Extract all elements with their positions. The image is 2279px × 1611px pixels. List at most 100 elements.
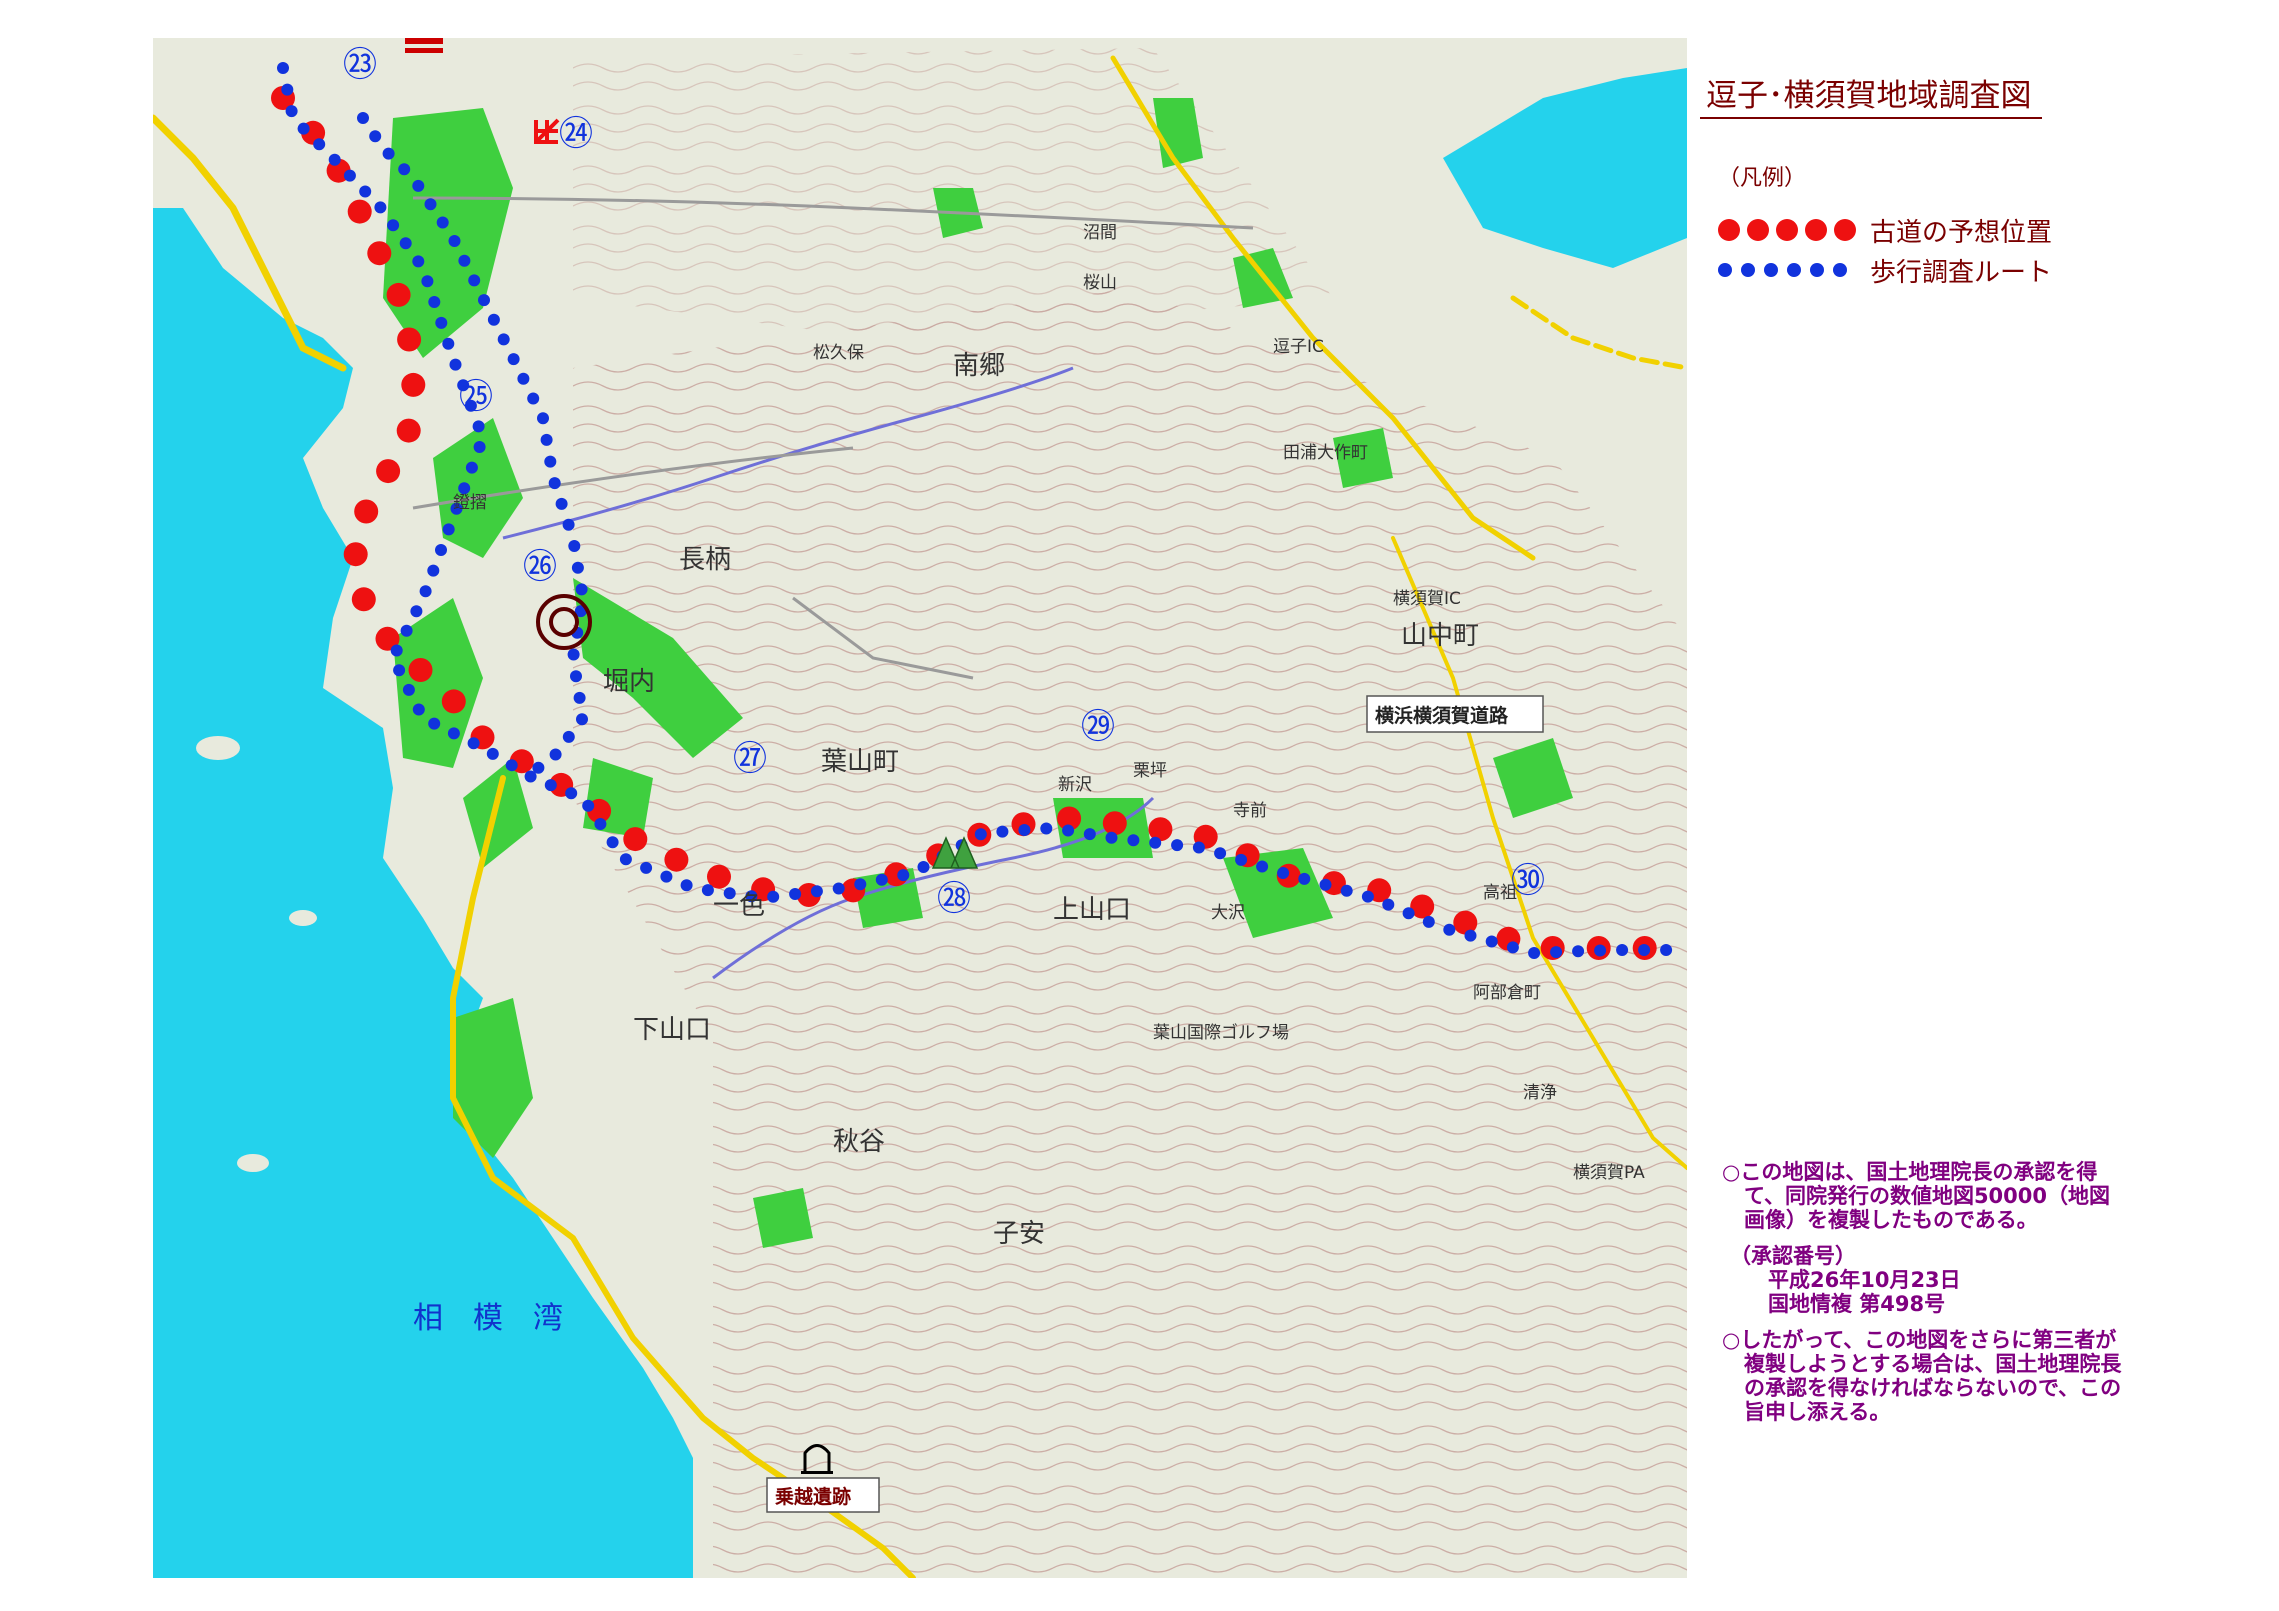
survey-route-dot: [1062, 824, 1075, 837]
survey-route-dot: [1214, 847, 1227, 860]
survey-route-dot: [789, 888, 802, 900]
survey-route-dot: [398, 163, 411, 176]
sea-label: 相模湾: [413, 1301, 593, 1336]
survey-route-dot: [1506, 941, 1519, 954]
ancient-route-dot: [347, 199, 372, 224]
survey-route-dot: [369, 130, 382, 143]
survey-route-dot: [277, 62, 289, 74]
place-label: 葉山町: [821, 747, 899, 777]
survey-route-dot: [387, 219, 400, 232]
survey-route-dot: [917, 861, 930, 873]
note-paragraph-1: ○この地図は、国土地理院長の承認を得て、同院発行の数値地図50000（地図画像）…: [1722, 1160, 2111, 1232]
place-label: 田浦大作町: [1283, 443, 1368, 463]
survey-route-dot: [497, 333, 510, 346]
survey-route-dot: [594, 818, 607, 830]
survey-route-dot: [897, 869, 910, 882]
survey-route-dot: [507, 353, 520, 366]
place-label: 大沢: [1211, 903, 1245, 923]
ancient-route-dot: [343, 542, 368, 567]
survey-route-dot: [767, 890, 780, 903]
island: [289, 910, 317, 926]
place-label: 下山口: [633, 1015, 711, 1045]
legend-label: 古道の予想位置: [1870, 217, 2053, 248]
place-label: 横須賀PA: [1573, 1163, 1645, 1183]
survey-route-dot: [1443, 923, 1456, 936]
ancient-route-dot: [664, 847, 689, 872]
legend-heading: （凡例）: [1718, 166, 1807, 191]
survey-route-dot: [285, 105, 298, 118]
survey-route-dot: [540, 433, 553, 446]
survey-route-dot: [555, 497, 568, 510]
survey-route-dot: [1382, 898, 1395, 911]
survey-route-dot: [680, 879, 693, 892]
ancient-route-dot: [408, 658, 433, 682]
place-label: 秋谷: [833, 1127, 885, 1157]
survey-route-dot: [393, 664, 406, 677]
survey-route-dot: [1594, 944, 1607, 957]
survey-route-dot: [468, 274, 481, 287]
survey-route-dot: [390, 644, 403, 657]
place-label: 松久保: [813, 343, 864, 363]
survey-route-dot: [527, 392, 540, 405]
legend-red-dot: [1747, 219, 1769, 241]
survey-route-dot: [435, 316, 448, 329]
survey-route-dot: [410, 605, 423, 618]
survey-route-dot: [996, 825, 1009, 838]
survey-route-dot: [1171, 839, 1184, 852]
note-paragraph-2: ○したがって、この地図をさらに第三者が複製しようとする場合は、国土地理院長の承認…: [1722, 1328, 2122, 1424]
legend-red-dot: [1834, 219, 1856, 241]
ancient-route-dot: [386, 282, 411, 307]
survey-route-dot: [537, 412, 549, 425]
ancient-route-dot: [354, 499, 379, 524]
map-title: 逗子･横須賀地域調査図: [1700, 70, 2042, 119]
ancient-route-dot: [1102, 811, 1127, 836]
survey-route-dot: [1422, 915, 1435, 928]
survey-route-dot: [1485, 935, 1498, 948]
legend-label: 歩行調査ルート: [1870, 257, 2053, 288]
place-label: 一色: [713, 891, 765, 921]
survey-route-dot: [619, 853, 632, 866]
survey-route-dot: [465, 461, 478, 474]
station-27: ㉗: [733, 739, 767, 779]
copyright-notes: ○この地図は、国土地理院長の承認を得て、同院発行の数値地図50000（地図画像）…: [1722, 1160, 2122, 1424]
place-label: 長柄: [679, 545, 731, 575]
approval-number: （承認番号） 平成26年10月23日 国地情複 第498号: [1730, 1244, 2122, 1316]
place-label: 阿部倉町: [1473, 983, 1541, 1003]
survey-route-dot: [448, 235, 461, 247]
station-25: ㉕: [459, 377, 493, 417]
map-area[interactable]: ㉓ ㉔ ㉕ ㉖ ㉗ ㉘ ㉙ ㉚ 長柄 堀内 葉山町 上山口 下山口 山中町 子安…: [153, 38, 1687, 1578]
survey-route-dot: [447, 727, 460, 740]
place-label: 横須賀IC: [1393, 589, 1461, 609]
place-label: 栗坪: [1133, 761, 1167, 781]
legend-blue-dot: [1741, 263, 1755, 277]
blue-dots-icon: [1718, 263, 1870, 277]
place-label: 南郷: [953, 351, 1005, 381]
place-label: 高祖: [1483, 883, 1517, 903]
survey-route-dot: [458, 254, 471, 267]
station-24: ㉔: [559, 114, 593, 154]
survey-route-dot: [1040, 822, 1053, 835]
survey-route-dot: [427, 564, 440, 577]
place-label: 上山口: [1053, 895, 1131, 925]
survey-route-dot: [1018, 824, 1031, 836]
survey-route-dot: [435, 544, 447, 556]
place-label: 沼間: [1083, 223, 1117, 243]
legend-blue-dot: [1764, 263, 1778, 277]
survey-route-dot: [428, 296, 441, 308]
legend-item-ancient-route: 古道の予想位置: [1718, 210, 2052, 250]
survey-route-dot: [472, 420, 485, 433]
survey-route-dot: [1572, 945, 1585, 958]
approval-heading: （承認番号）: [1730, 1244, 1856, 1268]
survey-route-dot: [419, 585, 432, 598]
survey-route-dot: [1235, 853, 1248, 866]
hill-contours: [573, 288, 1687, 1578]
ancient-route-dot: [376, 459, 401, 484]
ancient-route-dot: [441, 689, 466, 714]
survey-route-dot: [567, 648, 580, 661]
survey-route-dot: [399, 237, 412, 250]
place-label: 清浄: [1523, 1083, 1557, 1103]
survey-route-dot: [374, 201, 387, 214]
station-26: ㉖: [523, 547, 557, 587]
survey-route-dot: [467, 737, 480, 750]
ancient-route-dot: [397, 327, 422, 352]
